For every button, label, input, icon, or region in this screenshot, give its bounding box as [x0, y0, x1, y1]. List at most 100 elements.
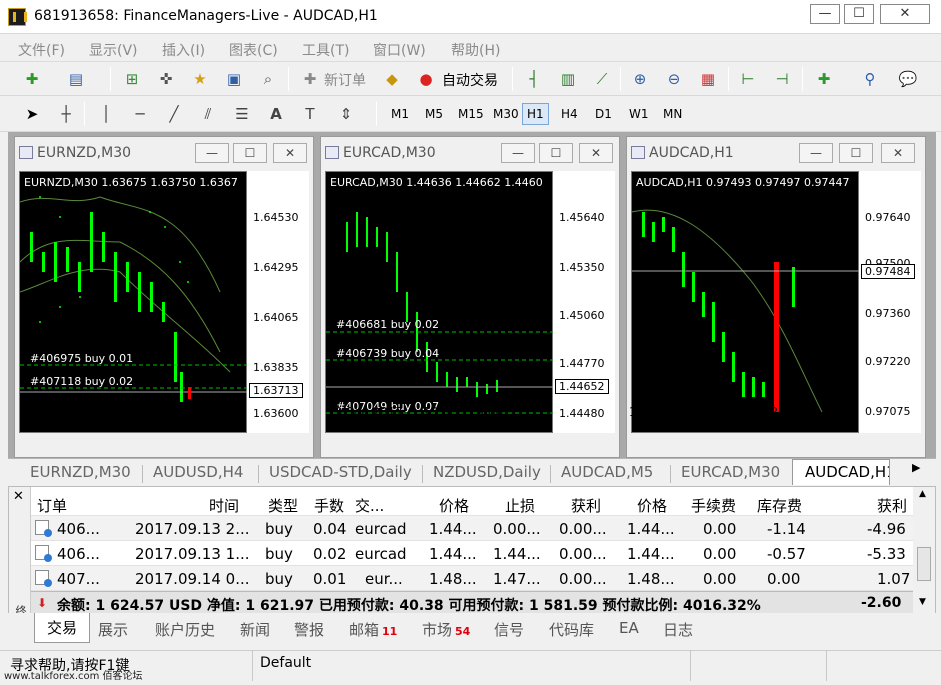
candlestick-icon[interactable]: ▥: [556, 67, 580, 91]
menu-insert[interactable]: 插入(I): [162, 40, 205, 60]
zoom-in-icon[interactable]: ⊕: [628, 67, 652, 91]
chart-minimize-button[interactable]: —: [501, 143, 535, 163]
tab-code-base[interactable]: 代码库: [549, 619, 594, 640]
chart-window-eurnzd[interactable]: EURNZD,M30 — ☐ ✕ EURNZD,M30 1.63675 1.63…: [14, 136, 314, 458]
chart-window-audcad[interactable]: AUDCAD,H1 — ☐ ✕ AUDCAD,H1 0.97493 0.9749…: [626, 136, 926, 458]
column-header[interactable]: 获利: [877, 495, 907, 516]
metaeditor-icon[interactable]: ◆: [380, 67, 404, 91]
vertical-scrollbar[interactable]: ▲ ▼: [913, 487, 935, 613]
column-header[interactable]: 类型: [268, 495, 298, 516]
equidistant-channel-icon[interactable]: ⫽: [196, 102, 220, 126]
price-chart[interactable]: EURNZD,M30 1.63675 1.63750 1.6367 #40697…: [19, 171, 248, 433]
line-chart-icon[interactable]: ⟋: [590, 67, 614, 91]
search-icon[interactable]: ⚲: [858, 67, 882, 91]
navigator-icon[interactable]: ★: [188, 67, 212, 91]
minimize-button[interactable]: —: [810, 4, 840, 24]
menu-chart[interactable]: 图表(C): [229, 40, 278, 60]
tab-trade[interactable]: 交易: [34, 613, 91, 643]
timeframe-d1[interactable]: D1: [590, 103, 617, 125]
table-row[interactable]: 407... 2017.09.14 0... buy 0.01 eur... 1…: [31, 566, 913, 591]
timeframe-m15[interactable]: M15: [453, 103, 489, 125]
text-tool-icon[interactable]: A: [264, 102, 288, 126]
tab-market[interactable]: 市场 54: [422, 619, 470, 640]
chart-tab[interactable]: EURNZD,M30: [30, 463, 131, 481]
shapes-icon[interactable]: ⇕: [334, 102, 358, 126]
menu-window[interactable]: 窗口(W): [373, 40, 426, 60]
chart-tab[interactable]: NZDUSD,Daily: [433, 463, 541, 481]
auto-trading-icon[interactable]: ●: [414, 67, 438, 91]
vertical-line-icon[interactable]: │: [94, 102, 118, 126]
tab-experts[interactable]: EA: [619, 619, 639, 637]
terminal-close-icon[interactable]: ✕: [13, 489, 24, 504]
new-order-button[interactable]: 新订单: [324, 70, 366, 90]
tab-alerts[interactable]: 警报: [294, 619, 324, 640]
chart-minimize-button[interactable]: —: [799, 143, 833, 163]
autoscroll-icon[interactable]: ⊣: [770, 67, 794, 91]
horizontal-line-icon[interactable]: ─: [128, 102, 152, 126]
column-header[interactable]: 手续费: [691, 495, 736, 516]
column-header[interactable]: 手数: [314, 495, 344, 516]
chart-shift-icon[interactable]: ⊢: [736, 67, 760, 91]
tab-news[interactable]: 新闻: [240, 619, 270, 640]
strategy-tester-icon[interactable]: ⌕: [256, 67, 280, 91]
chart-tab[interactable]: AUDCAD,M5: [561, 463, 653, 481]
tab-exposure[interactable]: 展示: [98, 619, 128, 640]
chart-tab[interactable]: EURCAD,M30: [681, 463, 780, 481]
table-row[interactable]: 406... 2017.09.13 1... buy 0.02 eurcad 1…: [31, 541, 913, 566]
tile-windows-icon[interactable]: ▦: [696, 67, 720, 91]
new-order-icon[interactable]: ✚: [298, 67, 322, 91]
timeframe-m5[interactable]: M5: [420, 103, 448, 125]
tab-signals[interactable]: 信号: [494, 619, 524, 640]
zoom-out-icon[interactable]: ⊖: [662, 67, 686, 91]
column-header[interactable]: 获利: [571, 495, 601, 516]
bar-chart-icon[interactable]: ┤: [522, 67, 546, 91]
data-window-icon[interactable]: ✜: [154, 67, 178, 91]
timeframe-m1[interactable]: M1: [386, 103, 414, 125]
timeframe-mn[interactable]: MN: [658, 103, 687, 125]
column-header[interactable]: 库存费: [757, 495, 802, 516]
chart-window-eurcad[interactable]: EURCAD,M30 — ☐ ✕ EURCAD,M30 1.44636 1.44…: [320, 136, 620, 458]
profiles-icon[interactable]: ▤: [64, 67, 88, 91]
chart-tab[interactable]: USDCAD-STD,Daily: [269, 463, 412, 481]
column-header[interactable]: 交...: [355, 495, 384, 516]
chart-maximize-button[interactable]: ☐: [839, 143, 873, 163]
chart-tab-active[interactable]: AUDCAD,H1: [792, 459, 890, 485]
close-button[interactable]: ✕: [880, 4, 930, 24]
terminal-icon[interactable]: ▣: [222, 67, 246, 91]
column-header[interactable]: 时间: [209, 495, 239, 516]
chat-icon[interactable]: 💬: [896, 67, 920, 91]
menu-file[interactable]: 文件(F): [18, 40, 65, 60]
scroll-up-icon[interactable]: ▲: [919, 489, 926, 499]
auto-trading-button[interactable]: 自动交易: [442, 70, 498, 90]
menu-view[interactable]: 显示(V): [89, 40, 138, 60]
timeframe-h1[interactable]: H1: [522, 103, 549, 125]
tab-scroll-right-icon[interactable]: ▶: [912, 461, 920, 474]
menu-help[interactable]: 帮助(H): [451, 40, 500, 60]
chart-maximize-button[interactable]: ☐: [233, 143, 267, 163]
indicators-icon[interactable]: ✚: [812, 67, 836, 91]
scroll-thumb[interactable]: [917, 547, 931, 581]
cursor-icon[interactable]: ➤: [20, 102, 44, 126]
timeframe-m30[interactable]: M30: [488, 103, 524, 125]
column-header[interactable]: 订单: [37, 495, 67, 516]
maximize-button[interactable]: ☐: [844, 4, 874, 24]
scroll-down-icon[interactable]: ▼: [919, 597, 926, 607]
timeframe-h4[interactable]: H4: [556, 103, 583, 125]
tab-account-history[interactable]: 账户历史: [155, 619, 215, 640]
tab-journal[interactable]: 日志: [663, 619, 693, 640]
tab-mailbox[interactable]: 邮箱 11: [349, 619, 397, 640]
new-chart-icon[interactable]: ✚: [20, 67, 44, 91]
timeframe-w1[interactable]: W1: [624, 103, 654, 125]
chart-close-button[interactable]: ✕: [881, 143, 915, 163]
chart-close-button[interactable]: ✕: [579, 143, 613, 163]
text-label-icon[interactable]: T: [298, 102, 322, 126]
table-row[interactable]: 406... 2017.09.13 2... buy 0.04 eurcad 1…: [31, 516, 913, 541]
crosshair-icon[interactable]: ┼: [54, 102, 78, 126]
column-header[interactable]: 止损: [505, 495, 535, 516]
chart-close-button[interactable]: ✕: [273, 143, 307, 163]
column-header[interactable]: 价格: [439, 495, 469, 516]
column-header[interactable]: 价格: [637, 495, 667, 516]
trendline-icon[interactable]: ╱: [162, 102, 186, 126]
chart-minimize-button[interactable]: —: [195, 143, 229, 163]
fibonacci-icon[interactable]: ☰: [230, 102, 254, 126]
